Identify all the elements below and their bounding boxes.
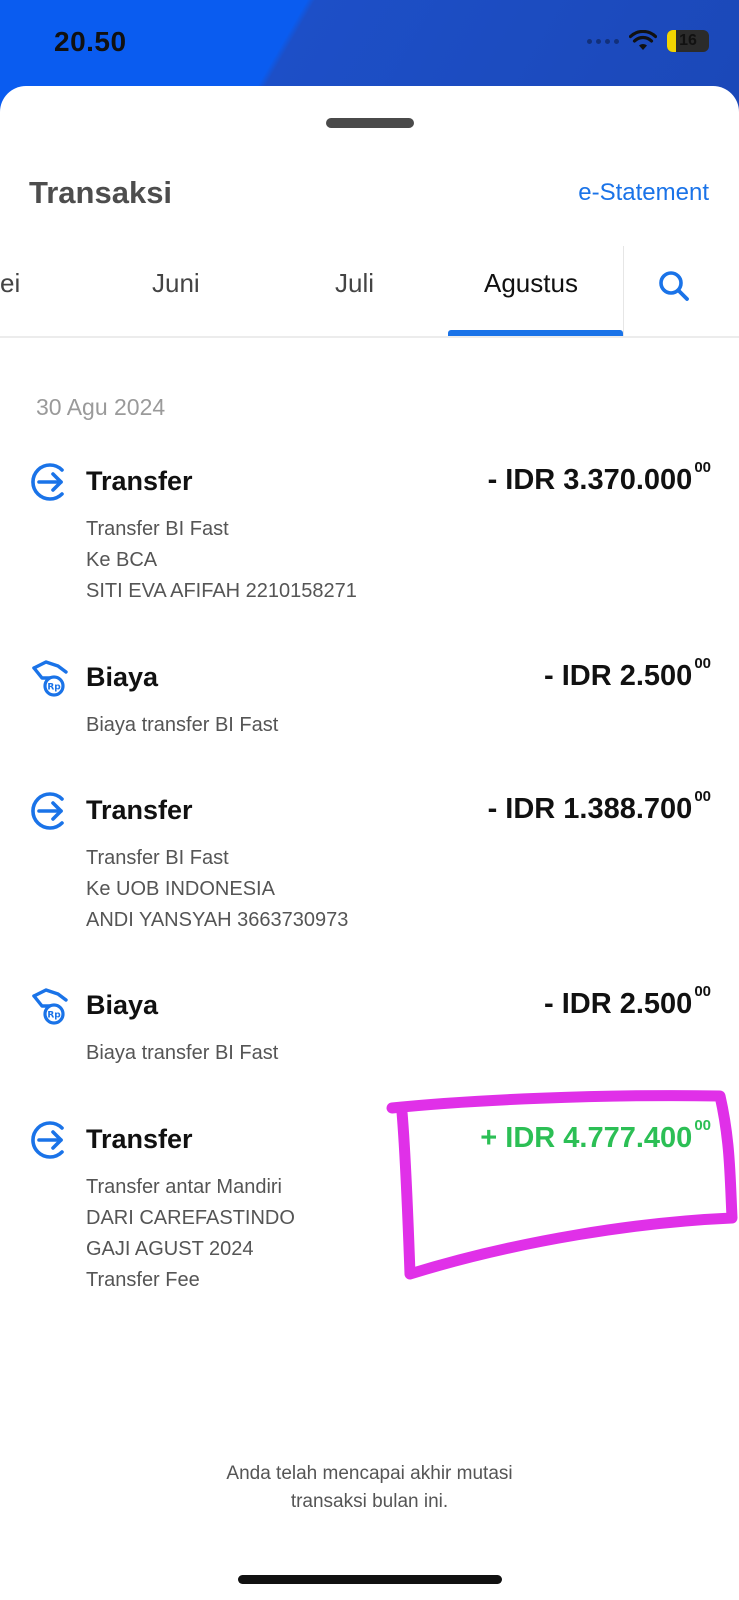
transaction-amount: - IDR 1.388.700 00 (487, 788, 711, 825)
detail-line: SITI EVA AFIFAH 2210158271 (86, 580, 357, 602)
detail-line: Transfer Fee (86, 1269, 200, 1291)
end-of-list-note: Anda telah mencapai akhir mutasi transak… (0, 1460, 739, 1516)
detail-line: GAJI AGUST 2024 (86, 1238, 254, 1260)
transactions-sheet: Transaksi e-Statement ei Juni Juli Agust… (0, 86, 739, 1600)
month-tabs: ei Juni Juli Agustus (0, 246, 739, 342)
tab-juni[interactable]: Juni (152, 268, 200, 299)
home-indicator (238, 1575, 502, 1584)
transaction-title: Transfer (86, 1124, 193, 1154)
end-note-line-1: Anda telah mencapai akhir mutasi (226, 1463, 513, 1484)
tab-juli[interactable]: Juli (335, 268, 374, 299)
transaction-title: Transfer (86, 795, 193, 825)
e-statement-link[interactable]: e-Statement (578, 179, 709, 207)
status-time: 20.50 (54, 26, 127, 57)
status-icons: 16 (587, 30, 709, 52)
detail-line: Ke BCA (86, 549, 158, 571)
detail-line: Ke UOB INDONESIA (86, 878, 275, 900)
transaction-title: Transfer (86, 466, 193, 496)
cellular-signal-icon (587, 38, 619, 44)
tab-agustus[interactable]: Agustus (484, 268, 578, 299)
detail-line: DARI CAREFASTINDO (86, 1207, 295, 1229)
transaction-details: Transfer antar Mandiri DARI CAREFASTINDO… (86, 1172, 295, 1296)
transfer-icon (31, 792, 64, 830)
svg-text:Rp: Rp (47, 683, 61, 693)
battery-level: 16 (679, 32, 697, 49)
search-icon[interactable] (654, 266, 694, 306)
tabs-bottom-border (0, 336, 739, 338)
battery-icon: 16 (667, 30, 709, 52)
svg-text:Rp: Rp (47, 1011, 61, 1021)
wifi-icon (629, 30, 657, 50)
tabs-divider (623, 246, 624, 336)
transaction-amount: - IDR 3.370.000 00 (487, 459, 711, 496)
detail-line: Biaya transfer BI Fast (86, 714, 279, 736)
page-title: Transaksi (29, 175, 173, 210)
transaction-details: Transfer BI Fast Ke BCA SITI EVA AFIFAH … (86, 514, 357, 607)
detail-line: ANDI YANSYAH 3663730973 (86, 909, 349, 931)
transaction-amount: - IDR 2.500 00 (544, 983, 711, 1020)
transaction-details: Transfer BI Fast Ke UOB INDONESIA ANDI Y… (86, 843, 348, 936)
transaction-details: Biaya transfer BI Fast (86, 710, 278, 741)
transaction-details: Biaya transfer BI Fast (86, 1038, 278, 1069)
transaction-amount: + IDR 4.777.400 00 (480, 1117, 711, 1154)
transaction-amount: - IDR 2.500 00 (544, 655, 711, 692)
transfer-icon (31, 1121, 64, 1159)
transaction-title: Biaya (86, 662, 159, 692)
detail-line: Transfer BI Fast (86, 847, 229, 869)
end-note-line-2: transaksi bulan ini. (290, 1491, 449, 1512)
sheet-grabber[interactable] (326, 118, 414, 128)
detail-line: Biaya transfer BI Fast (86, 1042, 279, 1064)
detail-line: Transfer antar Mandiri (86, 1176, 282, 1198)
date-header: 30 Agu 2024 (36, 394, 166, 420)
fee-icon: Rp (32, 660, 68, 697)
transaction-title: Biaya (86, 990, 159, 1020)
transfer-icon (31, 463, 64, 501)
detail-line: Transfer BI Fast (86, 518, 229, 540)
tab-mei[interactable]: ei (0, 268, 20, 299)
fee-icon: Rp (32, 988, 68, 1025)
